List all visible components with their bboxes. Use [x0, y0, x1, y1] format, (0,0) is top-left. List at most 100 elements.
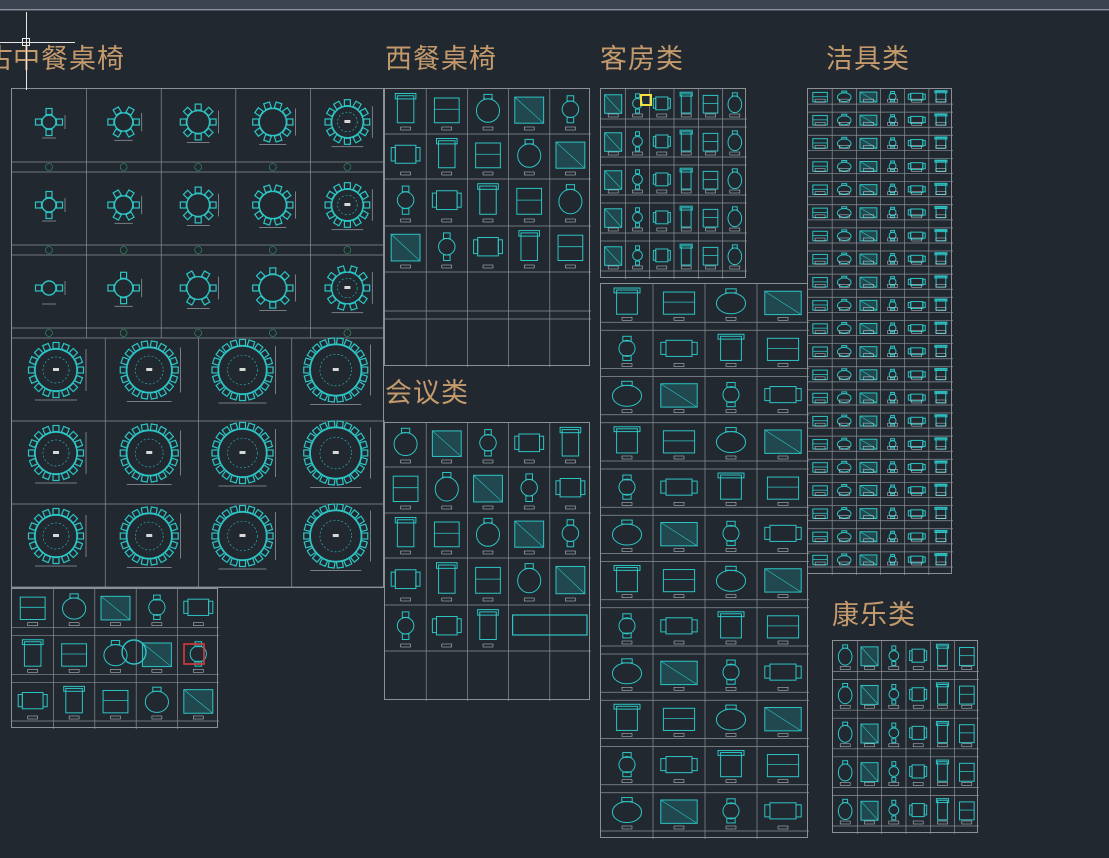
furniture-block-icon [390, 569, 421, 602]
furniture-part [632, 250, 643, 261]
chair-icon [363, 118, 371, 126]
furniture-part [477, 237, 499, 257]
furniture-part [864, 666, 875, 670]
furniture-block-icon [859, 276, 878, 288]
guest-room-sheet-a[interactable] [600, 88, 747, 279]
chair-icon [149, 423, 158, 432]
furniture-part [483, 93, 493, 100]
furniture-part [909, 688, 913, 700]
furniture-part [635, 245, 640, 251]
furniture-block-icon [909, 648, 928, 670]
recreation-sheet[interactable] [832, 640, 979, 834]
furniture-block-icon [836, 507, 852, 519]
furniture-block-icon [559, 426, 582, 464]
furniture-part [415, 571, 421, 587]
furniture-block-icon [394, 93, 417, 131]
furniture-block-icon [934, 344, 948, 357]
furniture-block-icon [148, 594, 166, 626]
chair-icon [171, 366, 179, 374]
furniture-block-icon [717, 333, 745, 367]
furniture-block-icon [555, 141, 586, 176]
furniture-part [482, 218, 494, 223]
furniture-part [565, 218, 576, 223]
furniture-block-icon [17, 692, 48, 720]
furniture-block-icon [764, 386, 802, 413]
chair-icon [140, 474, 149, 483]
furniture-part [959, 762, 975, 782]
furniture-part [890, 137, 896, 141]
furniture-block-icon [679, 243, 693, 270]
furniture-block-icon [837, 760, 853, 786]
furniture-part [795, 388, 802, 402]
label-mark [146, 451, 153, 454]
round-table-icon [107, 189, 140, 221]
furniture-part [151, 715, 163, 720]
furniture-part [836, 231, 852, 242]
sanitary-sheet[interactable] [807, 88, 953, 575]
round-table-icon [252, 267, 294, 309]
furniture-part [888, 820, 900, 825]
furniture-part [731, 130, 738, 135]
chair-icon [363, 201, 371, 209]
furniture-part [890, 183, 896, 187]
furniture-block-icon [887, 160, 898, 172]
furniture-part [725, 640, 737, 645]
furniture-part [27, 669, 38, 673]
furniture-part [836, 161, 852, 172]
furniture-block-icon [766, 476, 800, 506]
furniture-part [890, 530, 896, 534]
furniture-part [635, 169, 640, 175]
furniture-part [890, 461, 896, 465]
furniture-part [842, 644, 849, 649]
furniture-block-icon [618, 474, 636, 506]
furniture-part [442, 472, 452, 478]
furniture-block-icon [935, 720, 950, 748]
chinese-dining-extra-sheet[interactable] [11, 588, 219, 729]
furniture-block-icon [812, 115, 828, 126]
furniture-part [961, 743, 973, 748]
furniture-block-icon [837, 798, 853, 825]
furniture-block-icon [907, 185, 926, 195]
furniture-part [559, 478, 582, 498]
chinese-dining-sheet[interactable] [11, 88, 385, 588]
furniture-block-icon [887, 114, 898, 126]
furniture-block-icon [859, 114, 878, 126]
sanitary-title: 洁具类 [826, 44, 910, 75]
conference-sheet[interactable] [384, 422, 591, 701]
furniture-block-icon [396, 185, 415, 223]
furniture-part [922, 510, 926, 517]
furniture-part [766, 754, 800, 778]
furniture-block-icon [888, 645, 900, 670]
furniture-part [890, 307, 896, 311]
furniture-part [922, 163, 926, 170]
furniture-part [777, 594, 789, 598]
furniture-part [911, 422, 922, 427]
chair-icon [52, 473, 60, 482]
furniture-block-icon [836, 206, 852, 219]
chair-icon [327, 394, 336, 403]
furniture-part [923, 650, 928, 662]
furniture-block-icon [812, 346, 828, 357]
furniture-part [890, 322, 896, 326]
furniture-block-icon [934, 205, 948, 219]
furniture-part [434, 476, 459, 502]
furniture-part [890, 446, 896, 450]
western-dining-sheet[interactable] [384, 88, 591, 367]
furniture-part [393, 432, 418, 457]
furniture-part [665, 478, 693, 496]
furniture-block-icon [888, 683, 900, 709]
furniture-part [890, 515, 896, 519]
furniture-part [890, 469, 896, 473]
furniture-part [673, 317, 685, 321]
guest-room-sheet-b[interactable] [600, 283, 809, 839]
furniture-block-icon [632, 169, 643, 194]
furniture-block-icon [652, 210, 671, 232]
furniture-block-icon [618, 752, 636, 783]
furniture-block-icon [909, 687, 928, 709]
furniture-part [479, 611, 497, 640]
furniture-part [702, 170, 719, 190]
furniture-block-icon [859, 461, 878, 473]
item-number-badge [343, 329, 352, 337]
chair-icon [327, 420, 336, 429]
chair-icon [55, 284, 64, 292]
